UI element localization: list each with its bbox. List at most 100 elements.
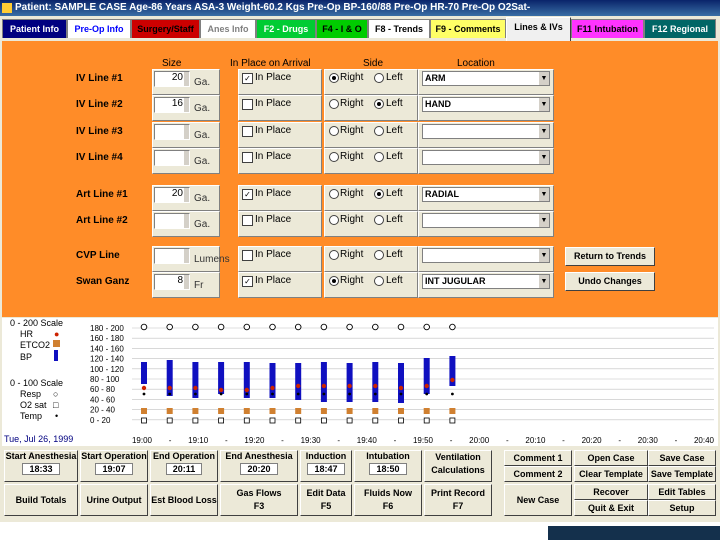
art-line-2-location-dropdown-icon[interactable]: ▼ <box>539 214 549 227</box>
iv-line-4-right-radio[interactable] <box>329 152 339 162</box>
tab-f4-i-o[interactable]: F4 - I & O <box>316 19 368 38</box>
tab-patient-info[interactable]: Patient Info <box>2 19 67 38</box>
art-line-2-right-radio[interactable] <box>329 215 339 225</box>
build-totals-button[interactable]: Build Totals <box>4 484 78 516</box>
iv-line-2-left-radio[interactable] <box>374 99 384 109</box>
iv-line-4-size-input[interactable] <box>154 150 190 166</box>
tab-anes-info[interactable]: Anes Info <box>200 19 256 38</box>
iv-line-3-in-place-checkbox[interactable] <box>242 126 253 137</box>
iv-line-2-right-radio[interactable] <box>329 99 339 109</box>
edit-tables-button[interactable]: Edit Tables <box>648 484 716 500</box>
cvp-line-location-select[interactable]: ▼ <box>422 248 550 263</box>
art-line-2-location-select[interactable]: ▼ <box>422 213 550 228</box>
art-line-1-size-input[interactable]: 20 <box>154 187 190 203</box>
tab-surgery-staff[interactable]: Surgery/Staff <box>131 19 200 38</box>
swan-ganz-location-dropdown-icon[interactable]: ▼ <box>539 275 549 288</box>
swan-ganz-size-spinner[interactable] <box>184 275 189 289</box>
iv-line-1-location-dropdown-icon[interactable]: ▼ <box>539 72 549 85</box>
iv-line-4-left-radio[interactable] <box>374 152 384 162</box>
art-line-2-size-spinner[interactable] <box>184 214 189 228</box>
tab-f11-intubation[interactable]: F11 Intubation <box>571 19 644 38</box>
cvp-line-left-radio[interactable] <box>374 250 384 260</box>
x-tick-label: 20:20 <box>582 436 603 445</box>
swan-ganz-location-select[interactable]: INT JUGULAR ▼ <box>422 274 550 289</box>
art-line-1-right-radio[interactable] <box>329 189 339 199</box>
return-to-trends-button[interactable]: Return to Trends <box>565 247 655 266</box>
comment-1-button[interactable]: Comment 1 <box>504 450 572 466</box>
start-anesthesia-button[interactable]: Start Anesthesia 18:33 <box>4 450 78 482</box>
art-line-2-left-radio[interactable] <box>374 215 384 225</box>
comment-2-button[interactable]: Comment 2 <box>504 466 572 482</box>
iv-line-1-right-label: Right <box>340 72 364 83</box>
iv-line-4-location-select[interactable]: ▼ <box>422 150 550 165</box>
temp-point <box>348 392 351 396</box>
cvp-line-in-place-checkbox[interactable] <box>242 250 253 261</box>
art-line-2-size-input[interactable] <box>154 213 190 229</box>
swan-ganz-right-radio[interactable] <box>329 276 339 286</box>
quit-exit-button[interactable]: Quit & Exit <box>574 500 648 516</box>
clear-template-button[interactable]: Clear Template <box>574 466 648 482</box>
iv-line-3-right-radio[interactable] <box>329 126 339 136</box>
fluids-now-button[interactable]: Fluids Now F6 <box>354 484 422 516</box>
iv-line-3-size-spinner[interactable] <box>184 125 189 139</box>
art-line-1-location-select[interactable]: RADIAL ▼ <box>422 187 550 202</box>
swan-ganz-left-radio[interactable] <box>374 276 384 286</box>
end-operation-button[interactable]: End Operation 20:11 <box>150 450 218 482</box>
urine-output-button[interactable]: Urine Output <box>80 484 148 516</box>
start-operation-button[interactable]: Start Operation 19:07 <box>80 450 148 482</box>
art-line-1-size-spinner[interactable] <box>184 188 189 202</box>
iv-line-1-size-input[interactable]: 20 <box>154 71 190 87</box>
end-anesthesia-button[interactable]: End Anesthesia 20:20 <box>220 450 298 482</box>
tab-pre-op-info[interactable]: Pre-Op Info <box>67 19 131 38</box>
cvp-line-right-radio[interactable] <box>329 250 339 260</box>
iv-line-4-location-dropdown-icon[interactable]: ▼ <box>539 151 549 164</box>
iv-line-1-left-radio[interactable] <box>374 73 384 83</box>
swan-ganz-in-place-checkbox[interactable]: ✓ <box>242 276 253 287</box>
open-case-button[interactable]: Open Case <box>574 450 648 466</box>
iv-line-3-size-input[interactable] <box>154 124 190 140</box>
iv-line-2-size-spinner[interactable] <box>184 98 189 112</box>
iv-line-4-size-spinner[interactable] <box>184 151 189 165</box>
art-line-1-location-dropdown-icon[interactable]: ▼ <box>539 188 549 201</box>
art-line-1-left-radio[interactable] <box>374 189 384 199</box>
cvp-line-size-spinner[interactable] <box>184 249 189 263</box>
tab-lines-ivs[interactable]: Lines & IVs <box>506 17 571 42</box>
recover-button[interactable]: Recover <box>574 484 648 500</box>
tab-f9-comments[interactable]: F9 - Comments <box>430 19 506 38</box>
setup-button[interactable]: Setup <box>648 500 716 516</box>
art-line-1-in-place-checkbox[interactable]: ✓ <box>242 189 253 200</box>
edit-data-button[interactable]: Edit Data F5 <box>300 484 352 516</box>
art-line-1-side-group <box>324 185 418 211</box>
tab-f8-trends[interactable]: F8 - Trends <box>368 19 430 38</box>
iv-line-3-location-dropdown-icon[interactable]: ▼ <box>539 125 549 138</box>
iv-line-4-in-place-checkbox[interactable] <box>242 152 253 163</box>
art-line-1-right-label: Right <box>340 188 364 199</box>
est-blood-loss-button[interactable]: Est Blood Loss <box>150 484 218 516</box>
iv-line-1-location-select[interactable]: ARM ▼ <box>422 71 550 86</box>
iv-line-2-location-select[interactable]: HAND ▼ <box>422 97 550 112</box>
tab-f12-regional[interactable]: F12 Regional <box>644 19 716 38</box>
swan-ganz-size-input[interactable]: 8 <box>154 274 190 290</box>
iv-line-2-location-dropdown-icon[interactable]: ▼ <box>539 98 549 111</box>
save-case-button[interactable]: Save Case <box>648 450 716 466</box>
iv-line-1-in-place-checkbox[interactable]: ✓ <box>242 73 253 84</box>
tab-f2-drugs[interactable]: F2 - Drugs <box>256 19 316 38</box>
iv-line-3-location-select[interactable]: ▼ <box>422 124 550 139</box>
iv-line-2-in-place-checkbox[interactable] <box>242 99 253 110</box>
undo-changes-button[interactable]: Undo Changes <box>565 272 655 291</box>
iv-line-3-left-radio[interactable] <box>374 126 384 136</box>
save-template-button[interactable]: Save Template <box>648 466 716 482</box>
cvp-line-size-input[interactable] <box>154 248 190 264</box>
iv-line-1-right-radio[interactable] <box>329 73 339 83</box>
induction-button[interactable]: Induction 18:47 <box>300 450 352 482</box>
ventilation-calculations-button[interactable]: Ventilation Calculations <box>424 450 492 482</box>
iv-line-1-size-spinner[interactable] <box>184 72 189 86</box>
new-case-button[interactable]: New Case <box>504 484 572 516</box>
print-record-button[interactable]: Print Record F7 <box>424 484 492 516</box>
iv-line-2-location-value: HAND <box>425 99 451 109</box>
art-line-2-in-place-checkbox[interactable] <box>242 215 253 226</box>
gas-flows-button[interactable]: Gas Flows F3 <box>220 484 298 516</box>
cvp-line-location-dropdown-icon[interactable]: ▼ <box>539 249 549 262</box>
iv-line-2-size-input[interactable]: 16 <box>154 97 190 113</box>
intubation-button[interactable]: Intubation 18:50 <box>354 450 422 482</box>
